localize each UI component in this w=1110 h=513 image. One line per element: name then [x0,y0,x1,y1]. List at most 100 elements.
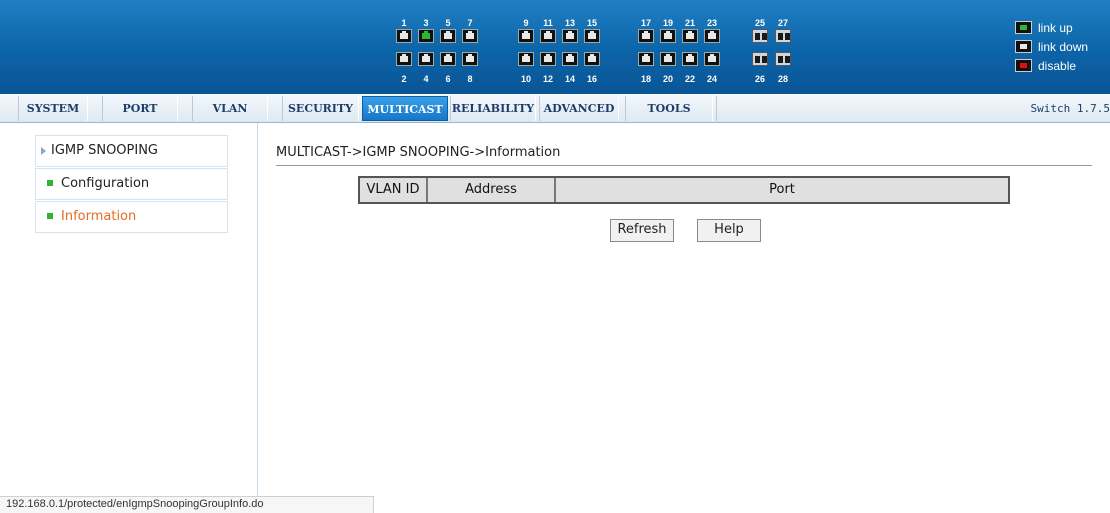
nav-tab-security[interactable]: SECURITY [282,96,359,121]
port-number: 28 [777,74,788,84]
expand-arrow-icon [41,147,46,155]
help-button[interactable]: Help [697,219,761,242]
port-number: 20 [662,74,673,84]
link-down-icon [1015,40,1032,53]
nav-tab-vlan[interactable]: VLAN [192,96,268,121]
port-7-icon[interactable] [462,29,478,43]
port-13-icon[interactable] [562,29,578,43]
port-24-icon[interactable] [704,52,720,66]
bullet-square-icon [47,180,53,186]
port-number: 13 [564,18,575,28]
port-number: 16 [586,74,597,84]
legend-label: link down [1038,40,1089,54]
port-column: 5 6 [439,14,457,84]
bullet-square-icon [47,213,53,219]
igmp-group-table: VLAN ID Address Port [358,176,1010,204]
sidebar-group-igmp-snooping[interactable]: IGMP SNOOPING [35,135,228,167]
breadcrumb-divider [276,165,1092,166]
nav-tab-multicast[interactable]: MULTICAST [362,96,448,121]
port-number: 6 [445,74,451,84]
port-column: 7 8 [461,14,479,84]
port-number: 10 [520,74,531,84]
legend-label: disable [1038,59,1077,73]
port-5-icon[interactable] [440,29,456,43]
sfp-port-27-icon[interactable] [775,29,791,43]
main-nav-bar: SYSTEM PORT VLAN SECURITY MULTICAST RELI… [0,94,1110,123]
port-column: 11 12 [539,14,557,84]
port-number: 2 [401,74,407,84]
port-status-panel: 1 2 3 4 5 6 7 8 9 10 11 12 13 14 15 16 1… [0,14,1110,84]
nav-tab-port[interactable]: PORT [102,96,178,121]
port-column: 19 20 [659,14,677,84]
nav-tab-advanced[interactable]: ADVANCED [539,96,619,121]
sfp-port-25-icon[interactable] [752,29,768,43]
sidebar-item-information[interactable]: Information [35,201,228,233]
port-22-icon[interactable] [682,52,698,66]
port-21-icon[interactable] [682,29,698,43]
table-header-address: Address [428,178,556,202]
breadcrumb: MULTICAST->IGMP SNOOPING->Information [276,145,561,160]
port-number: 3 [423,18,429,28]
port-23-icon[interactable] [704,29,720,43]
sfp-port-28-icon[interactable] [775,52,791,66]
port-15-icon[interactable] [584,29,600,43]
disable-icon [1015,59,1032,72]
port-1-icon[interactable] [396,29,412,43]
header-port-panel: 1 2 3 4 5 6 7 8 9 10 11 12 13 14 15 16 1… [0,0,1110,94]
port-number: 14 [564,74,575,84]
switch-web-ui: 1 2 3 4 5 6 7 8 9 10 11 12 13 14 15 16 1… [0,0,1110,513]
nav-tab-reliability[interactable]: RELIABILITY [450,96,536,121]
port-4-icon[interactable] [418,52,434,66]
port-18-icon[interactable] [638,52,654,66]
port-number: 15 [586,18,597,28]
port-column: 13 14 [561,14,579,84]
port-number: 23 [706,18,717,28]
port-20-icon[interactable] [660,52,676,66]
port-2-icon[interactable] [396,52,412,66]
refresh-button[interactable]: Refresh [610,219,674,242]
sidebar-group-label: IGMP SNOOPING [51,143,159,158]
port-8-icon[interactable] [462,52,478,66]
port-number: 4 [423,74,429,84]
sfp-port-26-icon[interactable] [752,52,768,66]
port-number: 1 [401,18,407,28]
sidebar-item-label: Configuration [61,176,150,191]
port-number: 8 [467,74,473,84]
browser-status-bar: 192.168.0.1/protected/enIgmpSnoopingGrou… [0,496,374,513]
sidebar-item-label: Information [61,209,137,224]
nav-tab-system[interactable]: SYSTEM [18,96,88,121]
port-16-icon[interactable] [584,52,600,66]
port-column: 15 16 [583,14,601,84]
port-number: 17 [640,18,651,28]
port-column: 3 4 [417,14,435,84]
port-number: 7 [467,18,473,28]
port-3-icon[interactable] [418,29,434,43]
port-number: 21 [684,18,695,28]
port-6-icon[interactable] [440,52,456,66]
port-column: 23 24 [703,14,721,84]
port-19-icon[interactable] [660,29,676,43]
port-11-icon[interactable] [540,29,556,43]
sidebar-item-configuration[interactable]: Configuration [35,168,228,200]
port-number: 12 [542,74,553,84]
sidebar: IGMP SNOOPING Configuration Information [0,123,258,513]
port-number: 19 [662,18,673,28]
legend-link-down: link down [1015,38,1110,57]
nav-tab-tools[interactable]: TOOLS [625,96,713,121]
port-column: 25 26 [751,14,769,84]
legend-link-up: link up [1015,19,1110,38]
port-number: 27 [777,18,788,28]
link-up-icon [1015,21,1032,34]
port-17-icon[interactable] [638,29,654,43]
port-column: 27 28 [774,14,792,84]
port-number: 25 [754,18,765,28]
port-number: 24 [706,74,717,84]
port-number: 9 [523,18,529,28]
port-10-icon[interactable] [518,52,534,66]
port-number: 18 [640,74,651,84]
port-12-icon[interactable] [540,52,556,66]
firmware-version: Switch 1.7.5 [1030,102,1110,115]
port-number: 5 [445,18,451,28]
port-14-icon[interactable] [562,52,578,66]
port-9-icon[interactable] [518,29,534,43]
